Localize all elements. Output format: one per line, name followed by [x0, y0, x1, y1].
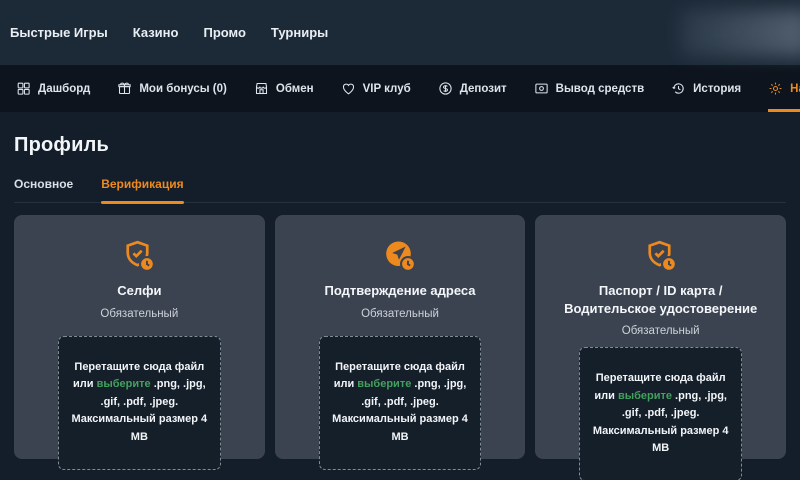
dashboard-icon	[16, 81, 31, 96]
verification-cards: Селфи Обязательный Перетащите сюда файл …	[14, 215, 786, 459]
banknote-icon	[534, 81, 549, 96]
subnav-label: Вывод средств	[556, 83, 644, 95]
subnav-item-withdraw[interactable]: Вывод средств	[534, 65, 644, 112]
shield-check-pending-icon	[549, 237, 772, 275]
subnav-label: Дашборд	[38, 83, 90, 95]
nav-fast-games[interactable]: Быстрые Игры	[10, 25, 108, 40]
subnav-item-exchange[interactable]: Обмен	[254, 65, 314, 112]
tab-general[interactable]: Основное	[14, 177, 73, 202]
history-clock-icon	[671, 81, 686, 96]
subnav-item-history[interactable]: История	[671, 65, 741, 112]
subnav-label: Депозит	[460, 83, 507, 95]
card-title: Подтверждение адреса	[289, 282, 512, 300]
address-pending-icon	[289, 237, 512, 275]
profile-page: Профиль Основное Верификация Селфи Обяза…	[0, 112, 800, 459]
verification-card-passport: Паспорт / ID карта / Водительское удосто…	[535, 215, 786, 459]
subnav-item-vip-club[interactable]: VIP клуб	[341, 65, 411, 112]
card-title: Паспорт / ID карта / Водительское удосто…	[549, 282, 772, 317]
store-icon	[254, 81, 269, 96]
verification-card-address: Подтверждение адреса Обязательный Перета…	[275, 215, 526, 459]
gift-icon	[117, 81, 132, 96]
file-dropzone-selfie[interactable]: Перетащите сюда файл или выберите .png, …	[58, 336, 221, 470]
profile-tabs: Основное Верификация	[14, 177, 786, 203]
subnav-label: VIP клуб	[363, 83, 411, 95]
subnav-label: Мои бонусы (0)	[139, 83, 227, 95]
choose-file-link[interactable]: выберите	[618, 390, 672, 402]
card-status: Обязательный	[28, 308, 251, 320]
shield-check-pending-icon	[28, 237, 251, 275]
nav-casino[interactable]: Казино	[133, 25, 179, 40]
dropzone-text: Перетащите сюда файл или выберите .png, …	[67, 359, 212, 447]
gear-icon	[768, 81, 783, 96]
nav-promo[interactable]: Промо	[203, 25, 245, 40]
subnav-item-account-settings[interactable]: Настройки аккаунта	[768, 65, 800, 112]
subnav-label: История	[693, 83, 741, 95]
blurred-account-info	[680, 10, 800, 56]
page-title: Профиль	[14, 134, 786, 157]
tab-verification[interactable]: Верификация	[101, 177, 183, 202]
coin-dollar-icon	[438, 81, 453, 96]
subnav-label: Обмен	[276, 83, 314, 95]
top-navigation-bar: Быстрые Игры Казино Промо Турниры	[0, 0, 800, 65]
verification-card-selfie: Селфи Обязательный Перетащите сюда файл …	[14, 215, 265, 459]
card-status: Обязательный	[289, 308, 512, 320]
subnav-item-dashboard[interactable]: Дашборд	[16, 65, 90, 112]
card-status: Обязательный	[549, 325, 772, 337]
file-dropzone-passport[interactable]: Перетащите сюда файл или выберите .png, …	[579, 347, 742, 480]
account-sections-nav: Дашборд Мои бонусы (0) Обмен VIP клуб Де…	[0, 65, 800, 112]
subnav-label: Настройки аккаунта	[790, 83, 800, 95]
dropzone-text: Перетащите сюда файл или выберите .png, …	[588, 370, 733, 458]
choose-file-link[interactable]: выберите	[97, 378, 151, 390]
file-dropzone-address[interactable]: Перетащите сюда файл или выберите .png, …	[319, 336, 482, 470]
heart-icon	[341, 81, 356, 96]
dropzone-text: Перетащите сюда файл или выберите .png, …	[328, 359, 473, 447]
card-title: Селфи	[28, 282, 251, 300]
choose-file-link[interactable]: выберите	[357, 378, 411, 390]
subnav-item-deposit[interactable]: Депозит	[438, 65, 507, 112]
subnav-item-bonuses[interactable]: Мои бонусы (0)	[117, 65, 227, 112]
nav-tournaments[interactable]: Турниры	[271, 25, 328, 40]
